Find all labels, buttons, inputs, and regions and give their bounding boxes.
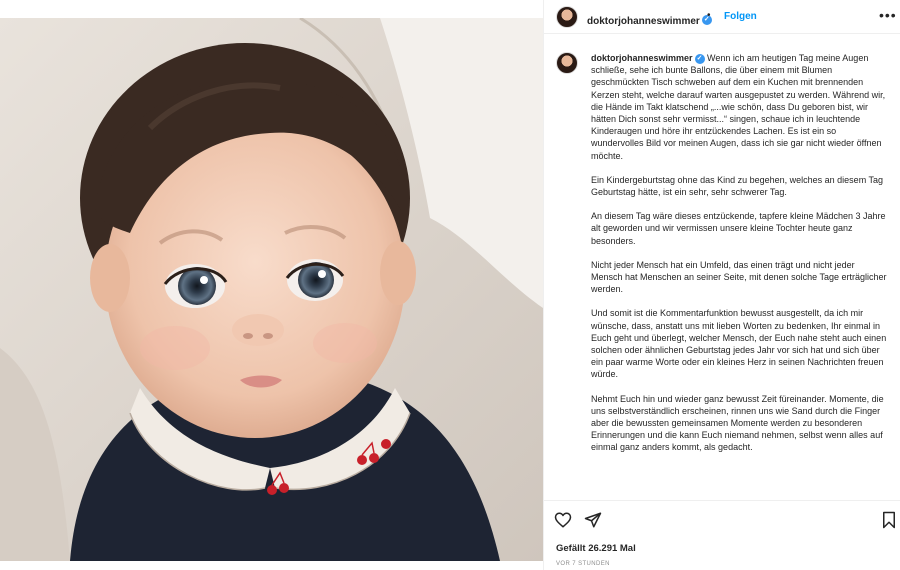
instagram-post-window: doktorjohanneswimmer ✓ • Folgen ••• dokto… bbox=[0, 0, 900, 570]
follow-button[interactable]: Folgen bbox=[724, 11, 757, 22]
caption-username[interactable]: doktorjohanneswimmer bbox=[591, 53, 693, 63]
post-header: doktorjohanneswimmer ✓ • Folgen ••• bbox=[544, 0, 900, 34]
caption-paragraph: Nicht jeder Mensch hat ein Umfeld, das e… bbox=[591, 259, 887, 295]
caption-paragraph: Ein Kindergeburtstag ohne das Kind zu be… bbox=[591, 174, 884, 198]
post-sidebar: doktorjohanneswimmer ✓ • Folgen ••• dokto… bbox=[543, 0, 900, 570]
post-actions: Gefällt 26.291 Mal VOR 7 STUNDEN bbox=[544, 500, 900, 570]
author-username[interactable]: doktorjohanneswimmer bbox=[587, 16, 700, 27]
separator-dot: • bbox=[707, 10, 711, 21]
baby-photo-illustration bbox=[0, 18, 543, 561]
paper-plane-icon[interactable] bbox=[584, 511, 602, 529]
media-top-margin bbox=[0, 0, 543, 18]
bookmark-icon[interactable] bbox=[880, 511, 898, 529]
author-avatar[interactable] bbox=[556, 6, 578, 28]
heart-icon[interactable] bbox=[554, 511, 572, 529]
author-username-row: doktorjohanneswimmer ✓ bbox=[587, 11, 712, 29]
media-bottom-margin bbox=[0, 561, 543, 570]
post-photo[interactable] bbox=[0, 18, 543, 561]
caption-paragraph: Und somit ist die Kommentarfunktion bewu… bbox=[591, 308, 887, 380]
caption-paragraph: Nehmt Euch hin und wieder ganz bewusst Z… bbox=[591, 393, 884, 453]
post-caption: doktorjohanneswimmer ✓ Wenn ich am heutig… bbox=[591, 52, 887, 466]
verified-badge-icon: ✓ bbox=[694, 53, 705, 64]
caption-scroll-area[interactable]: doktorjohanneswimmer ✓ Wenn ich am heutig… bbox=[544, 34, 900, 500]
likes-count[interactable]: Gefällt 26.291 Mal bbox=[556, 543, 636, 554]
caption-author-avatar[interactable] bbox=[556, 52, 578, 74]
more-options-icon[interactable]: ••• bbox=[879, 7, 897, 23]
caption-paragraph: doktorjohanneswimmer ✓ Wenn ich am heutig… bbox=[591, 52, 887, 162]
post-timestamp: VOR 7 STUNDEN bbox=[556, 561, 610, 567]
caption-text: Wenn ich am heutigen Tag meine Augen sch… bbox=[591, 53, 886, 161]
caption-paragraph: An diesem Tag wäre dieses entzückende, t… bbox=[591, 211, 886, 246]
